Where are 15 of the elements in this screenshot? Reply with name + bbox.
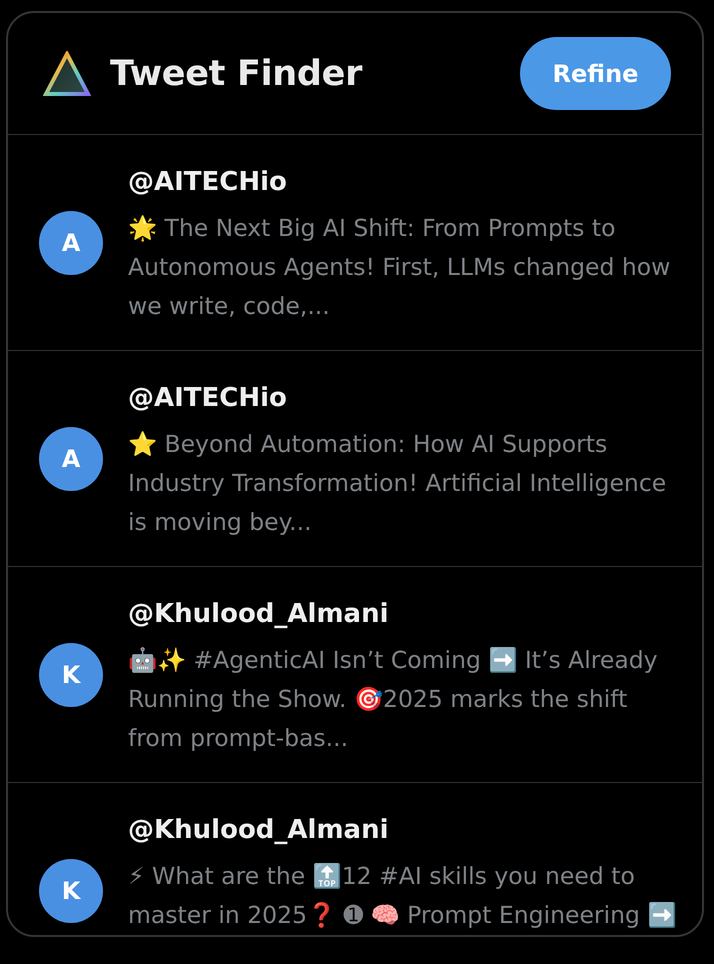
tweet-text: ⚡ What are the 🔝12 #AI skills you need to master in 2025❓ ➊ 🧠 Prompt Engineering ➡ bbox=[128, 861, 678, 931]
avatar: K bbox=[39, 858, 103, 922]
avatar: A bbox=[39, 210, 103, 274]
triangle-logo-icon bbox=[43, 50, 91, 96]
avatar: A bbox=[39, 426, 103, 490]
tweet-text: 🌟 The Next Big AI Shift: From Prompts to Autonomous Agents! First, LLMs changed how we write, code,... bbox=[128, 213, 672, 322]
tweet-handle: @AITECHio bbox=[128, 166, 288, 199]
tweet-handle: @Khulood_Almani bbox=[128, 598, 390, 631]
tweet-handle: @AITECHio bbox=[128, 382, 288, 415]
tweet-handle: @Khulood_Almani bbox=[128, 814, 390, 847]
refine-button[interactable]: Refine bbox=[520, 37, 671, 110]
app-title: Tweet Finder bbox=[110, 54, 364, 94]
tweet-text: ⭐ Beyond Automation: How AI Supports Industry Transformation! Artificial Intelligence is moving bey... bbox=[128, 429, 668, 538]
tweet-text: 🤖✨ #AgenticAI Isn’t Coming ➡ It’s Already Running the Show. 🎯2025 marks the shift from prompt-bas... bbox=[128, 645, 659, 754]
avatar: K bbox=[39, 642, 103, 706]
